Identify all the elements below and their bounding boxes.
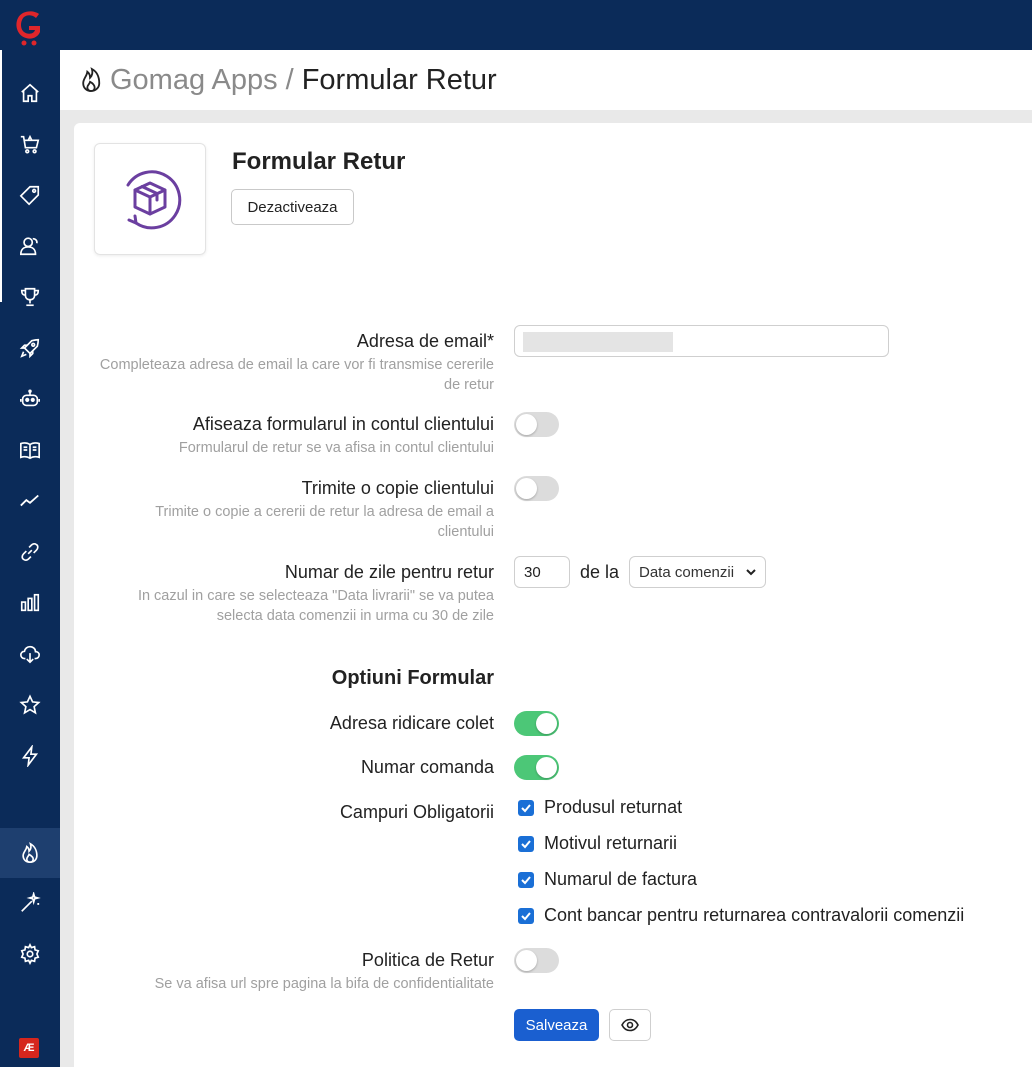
return-policy-hint: Se va afisa url spre pagina la bifa de c… bbox=[154, 976, 494, 992]
cart-icon bbox=[20, 134, 40, 154]
required-field-checkbox[interactable]: Produsul returnat bbox=[518, 797, 682, 818]
page-header: Gomag Apps / Formular Retur bbox=[60, 50, 1032, 110]
options-section-title: Optiuni Formular bbox=[331, 667, 494, 689]
check-icon bbox=[521, 839, 531, 848]
link-icon bbox=[21, 543, 39, 561]
send-copy-toggle[interactable] bbox=[514, 476, 559, 501]
sidebar-item-reviews[interactable] bbox=[0, 685, 60, 725]
show-in-account-hint: Formularul de retur se va afisa in contu… bbox=[178, 440, 494, 456]
send-copy-label: Trimite o copie clientului bbox=[301, 478, 494, 498]
app-settings-card: Formular Retur Dezactiveaza Adresa de em… bbox=[74, 123, 1032, 1067]
cloud-download-icon bbox=[20, 645, 40, 664]
checkbox-checked[interactable] bbox=[518, 799, 534, 816]
sidebar-item-tags[interactable] bbox=[0, 175, 60, 215]
sidebar-item-customize[interactable] bbox=[0, 883, 60, 923]
book-icon bbox=[20, 442, 40, 460]
sidebar-item-customers[interactable] bbox=[0, 226, 60, 266]
rocket-icon bbox=[19, 338, 40, 359]
email-hint: Completeaza adresa de email la care vor … bbox=[99, 357, 494, 393]
trend-icon bbox=[20, 494, 39, 507]
return-policy-label: Politica de Retur bbox=[361, 950, 494, 970]
send-copy-hint: Trimite o copie a cererii de retur la ad… bbox=[155, 504, 494, 540]
customers-icon bbox=[20, 237, 38, 256]
tag-icon bbox=[19, 185, 40, 206]
checkbox-label[interactable]: Produsul returnat bbox=[544, 797, 682, 818]
sidebar-item-import[interactable] bbox=[0, 634, 60, 674]
check-icon bbox=[521, 803, 531, 812]
gomag-logo[interactable] bbox=[12, 8, 48, 46]
app-icon bbox=[94, 143, 206, 255]
ae-badge[interactable]: Æ bbox=[19, 1038, 39, 1058]
required-field-checkbox[interactable]: Cont bancar pentru returnarea contravalo… bbox=[518, 905, 964, 926]
sidebar-item-content[interactable] bbox=[0, 430, 60, 470]
sidebar-item-cart[interactable] bbox=[0, 124, 60, 164]
checkbox-checked[interactable] bbox=[518, 871, 534, 888]
breadcrumb-parent[interactable]: Gomag Apps bbox=[110, 64, 278, 97]
redacted-email-value bbox=[523, 332, 673, 352]
toggle-knob bbox=[536, 757, 557, 778]
flame-icon bbox=[82, 67, 101, 92]
required-field-checkbox[interactable]: Motivul returnarii bbox=[518, 833, 677, 854]
pickup-address-label: Adresa ridicare colet bbox=[329, 713, 494, 733]
sidebar-item-automations[interactable] bbox=[0, 736, 60, 776]
email-label: Adresa de email* bbox=[356, 331, 494, 351]
required-field-checkbox[interactable]: Numarul de factura bbox=[518, 869, 697, 890]
page-title: Formular Retur bbox=[301, 63, 497, 96]
gear-icon bbox=[20, 943, 40, 965]
show-in-account-label: Afiseaza formularul in contul clientului bbox=[192, 414, 494, 434]
order-number-toggle[interactable] bbox=[514, 755, 559, 780]
sidebar-item-apps[interactable] bbox=[0, 828, 60, 878]
toggle-knob bbox=[536, 713, 557, 734]
sidebar-item-reports[interactable] bbox=[0, 583, 60, 623]
checkbox-checked[interactable] bbox=[518, 835, 534, 852]
magic-wand-icon bbox=[21, 892, 41, 912]
sidebar-item-loyalty[interactable] bbox=[0, 277, 60, 317]
sidebar-item-marketing[interactable] bbox=[0, 328, 60, 368]
checkbox-label[interactable]: Numarul de factura bbox=[544, 869, 697, 890]
order-number-label: Numar comanda bbox=[360, 757, 494, 777]
sidebar-item-integrations[interactable] bbox=[0, 532, 60, 572]
checkbox-checked[interactable] bbox=[518, 907, 534, 924]
app-title: Formular Retur bbox=[232, 148, 406, 175]
check-icon bbox=[521, 875, 531, 884]
eye-icon bbox=[621, 1018, 639, 1032]
home-icon bbox=[21, 83, 39, 103]
sidebar-item-settings[interactable] bbox=[0, 934, 60, 974]
return-days-input[interactable]: 30 bbox=[514, 556, 570, 588]
save-button[interactable]: Salveaza bbox=[514, 1009, 599, 1041]
checkbox-label[interactable]: Motivul returnarii bbox=[544, 833, 677, 854]
email-field[interactable] bbox=[514, 325, 889, 357]
toggle-knob bbox=[516, 950, 537, 971]
sidebar-item-home[interactable] bbox=[0, 73, 60, 113]
checkbox-label[interactable]: Cont bancar pentru returnarea contravalo… bbox=[544, 905, 964, 926]
return-days-label: Numar de zile pentru retur bbox=[284, 562, 494, 582]
required-fields-label: Campuri Obligatorii bbox=[339, 802, 494, 822]
return-from-selected: Data comenzii bbox=[639, 563, 735, 581]
show-in-account-toggle[interactable] bbox=[514, 412, 559, 437]
trophy-icon bbox=[20, 287, 40, 307]
from-label: de la bbox=[580, 562, 620, 582]
toggle-knob bbox=[516, 414, 537, 435]
check-icon bbox=[521, 911, 531, 920]
return-days-hint: In cazul in care se selecteaza "Data liv… bbox=[137, 588, 494, 624]
return-from-select[interactable]: Data comenzii bbox=[629, 556, 766, 588]
toggle-knob bbox=[516, 478, 537, 499]
pickup-address-toggle[interactable] bbox=[514, 711, 559, 736]
deactivate-button[interactable]: Dezactiveaza bbox=[231, 189, 354, 225]
sidebar-item-bots[interactable] bbox=[0, 379, 60, 419]
sidebar: Æ bbox=[0, 50, 60, 1067]
bar-chart-icon bbox=[20, 593, 40, 612]
top-bar bbox=[0, 0, 1032, 50]
breadcrumb-separator: / bbox=[285, 63, 294, 96]
robot-icon bbox=[20, 389, 40, 407]
return-box-icon bbox=[126, 170, 182, 230]
preview-button[interactable] bbox=[609, 1009, 651, 1041]
flame-icon bbox=[22, 842, 38, 863]
star-icon bbox=[19, 694, 41, 715]
bolt-icon bbox=[21, 745, 39, 767]
chevron-down-icon bbox=[746, 569, 756, 576]
sidebar-item-analytics[interactable] bbox=[0, 481, 60, 521]
return-policy-toggle[interactable] bbox=[514, 948, 559, 973]
